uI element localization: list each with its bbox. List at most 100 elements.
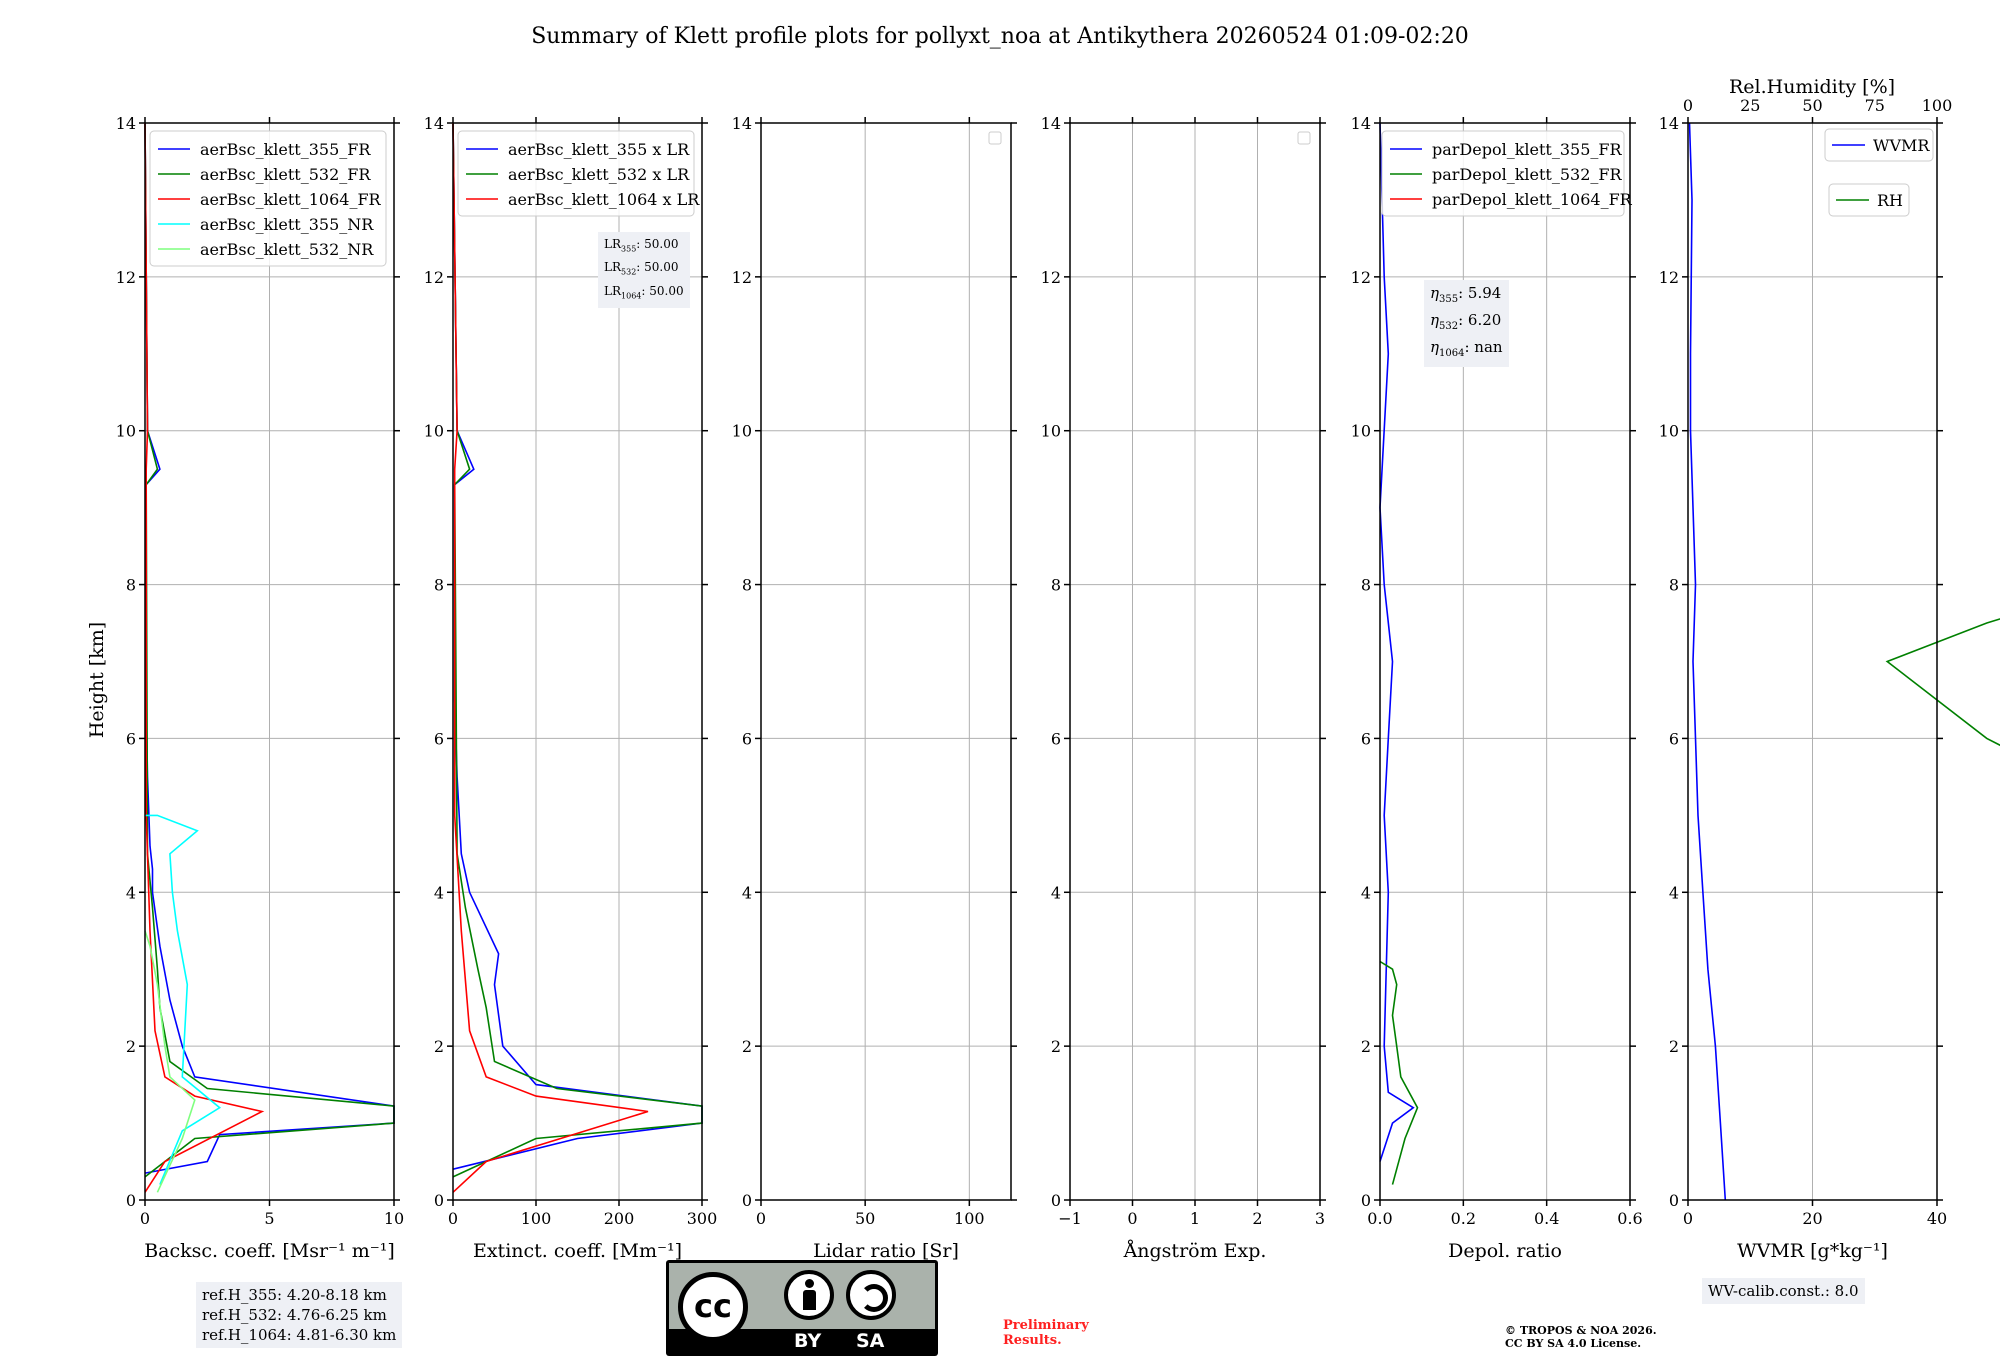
by-label: BY (794, 1330, 822, 1352)
sa-label: SA (856, 1330, 885, 1352)
panel-4: −1 0 1 2 302468101214Ångström Exp. (1041, 114, 1326, 1262)
y-tick-label: 0 (126, 1191, 136, 1210)
person-body (803, 1290, 816, 1310)
top-tick-label: 50 (1802, 96, 1822, 115)
top-axis-label: Rel.Humidity [%] (1729, 76, 1895, 98)
y-tick-label: 12 (732, 268, 752, 287)
legend-label: aerBsc_klett_355_FR (200, 140, 371, 159)
x-axis-label: Lidar ratio [Sr] (813, 1240, 959, 1262)
y-tick-label: 12 (116, 268, 136, 287)
ref-height-1064: ref.H_1064: 4.81-6.30 km (202, 1326, 397, 1344)
x-tick-label: 1 (1190, 1209, 1200, 1228)
person-icon (784, 1270, 834, 1320)
y-tick-label: 14 (116, 114, 136, 133)
y-tick-label: 6 (126, 729, 136, 748)
x-tick-label: 0 (756, 1209, 766, 1228)
panels-group: 0 5 1002468101214Backsc. coeff. [Msr⁻¹ m⁻¹… (116, 76, 2000, 1262)
y-tick-label: 14 (1351, 114, 1371, 133)
figure: Summary of Klett profile plots for polly… (86, 24, 2000, 1262)
preliminary-note: Preliminary Results. (1003, 1318, 1089, 1348)
series-pardepol-klett-355-fr (1379, 122, 1415, 1162)
y-tick-label: 2 (1051, 1037, 1061, 1056)
y-tick-label: 8 (434, 576, 444, 595)
x-tick-label: 0 (140, 1209, 150, 1228)
y-tick-label: 14 (1041, 114, 1061, 133)
empty-legend-box (988, 131, 1002, 145)
y-tick-label: 2 (1669, 1037, 1679, 1056)
x-axis-label: Extinct. coeff. [Mm⁻¹] (473, 1240, 682, 1262)
plot-frame (760, 122, 1012, 1201)
y-tick-label: 12 (1041, 268, 1061, 287)
legend-label: aerBsc_klett_355_NR (200, 215, 374, 234)
lr355-line: LR355: 50.00 (604, 237, 679, 254)
x-tick-label: 0 (448, 1209, 458, 1228)
x-tick-label: 300 (687, 1209, 718, 1228)
x-tick-label: 0.4 (1534, 1209, 1559, 1228)
y-tick-label: 0 (1669, 1191, 1679, 1210)
y-tick-label: 6 (1669, 729, 1679, 748)
series-rh (1885, 618, 2000, 747)
y-tick-label: 0 (1361, 1191, 1371, 1210)
panel-6: 0 20 40 0 2 4 6 8 10 12 14 WVMR [g*kg⁻¹] WVMR RH Rel.H… (1659, 76, 2000, 1262)
panel-3: 0 50 100 0 2 4 6 8 10 12 14 Lidar ratio [Sr] (732, 114, 1017, 1262)
share-alike-arrow (860, 1284, 888, 1312)
license-badge: cc BY SA (666, 1260, 938, 1356)
y-tick-label: 2 (1361, 1037, 1371, 1056)
share-alike-icon (846, 1270, 896, 1320)
x-tick-label: −1 (1058, 1209, 1082, 1228)
x-tick-label: 40 (1927, 1209, 1947, 1228)
y-tick-label: 6 (1051, 729, 1061, 748)
y-tick-label: 2 (434, 1037, 444, 1056)
legend-label: RH (1877, 191, 1903, 210)
y-tick-label: 4 (742, 883, 752, 902)
y-tick-label: 8 (126, 576, 136, 595)
y-tick-label: 10 (116, 422, 136, 441)
legend-label: aerBsc_klett_1064_FR (200, 190, 382, 209)
ref-height-355: ref.H_355: 4.20-8.18 km (202, 1286, 387, 1304)
y-tick-label: 10 (1041, 422, 1061, 441)
y-tick-label: 4 (1051, 883, 1061, 902)
y-tick-label: 14 (424, 114, 444, 133)
y-tick-label: 0 (434, 1191, 444, 1210)
x-tick-label: 5 (264, 1209, 274, 1228)
y-tick-label: 4 (1669, 883, 1679, 902)
x-axis-label: WVMR [g*kg⁻¹] (1737, 1240, 1888, 1262)
x-tick-label: 0.2 (1451, 1209, 1476, 1228)
legend-label: aerBsc_klett_1064 x LR (508, 190, 700, 209)
lr532-line: LR532: 50.00 (604, 260, 679, 277)
eta532-line: η532: 6.20 (1430, 311, 1502, 332)
empty-legend-box (1297, 131, 1311, 145)
legend-label: aerBsc_klett_532_FR (200, 165, 371, 184)
x-tick-label: 0 (1683, 1209, 1693, 1228)
wv-calib-box: WV-calib.const.: 8.0 (1702, 1278, 1865, 1304)
top-tick-label: 75 (1865, 96, 1885, 115)
y-tick-label: 10 (424, 422, 444, 441)
y-tick-label: 4 (126, 883, 136, 902)
y-tick-label: 2 (742, 1037, 752, 1056)
legend-label: parDepol_klett_532_FR (1432, 165, 1623, 184)
x-tick-label: 200 (604, 1209, 635, 1228)
x-tick-label: 10 (384, 1209, 404, 1228)
y-tick-label: 8 (1051, 576, 1061, 595)
x-axis-label: Depol. ratio (1448, 1240, 1562, 1262)
y-tick-label: 6 (742, 729, 752, 748)
y-tick-label: 12 (1351, 268, 1371, 287)
y-tick-label: 8 (742, 576, 752, 595)
y-tick-label: 4 (434, 883, 444, 902)
y-tick-label: 4 (1361, 883, 1371, 902)
x-tick-label: 50 (855, 1209, 875, 1228)
y-tick-label: 12 (424, 268, 444, 287)
lidar-ratio-box: LR355: 50.00 LR532: 50.00 LR1064: 50.00 (598, 232, 690, 309)
series-aerbsc-klett-355-nr (145, 814, 222, 1185)
y-tick-label: 14 (732, 114, 752, 133)
cc-circle-icon: cc (678, 1272, 748, 1342)
x-tick-label: 0.6 (1617, 1209, 1642, 1228)
reference-heights-box: ref.H_355: 4.20-8.18 km ref.H_532: 4.76-… (196, 1282, 403, 1348)
x-tick-label: 2 (1252, 1209, 1262, 1228)
wv-calib-text: WV-calib.const.: 8.0 (1708, 1282, 1859, 1300)
x-axis-label: Backsc. coeff. [Msr⁻¹ m⁻¹] (144, 1240, 395, 1262)
eta-box: η355: 5.94 η532: 6.20 η1064: nan (1424, 280, 1509, 367)
x-tick-label: 0.0 (1367, 1209, 1392, 1228)
ref-height-532: ref.H_532: 4.76-6.25 km (202, 1306, 387, 1324)
figure-title: Summary of Klett profile plots for polly… (531, 24, 1469, 49)
